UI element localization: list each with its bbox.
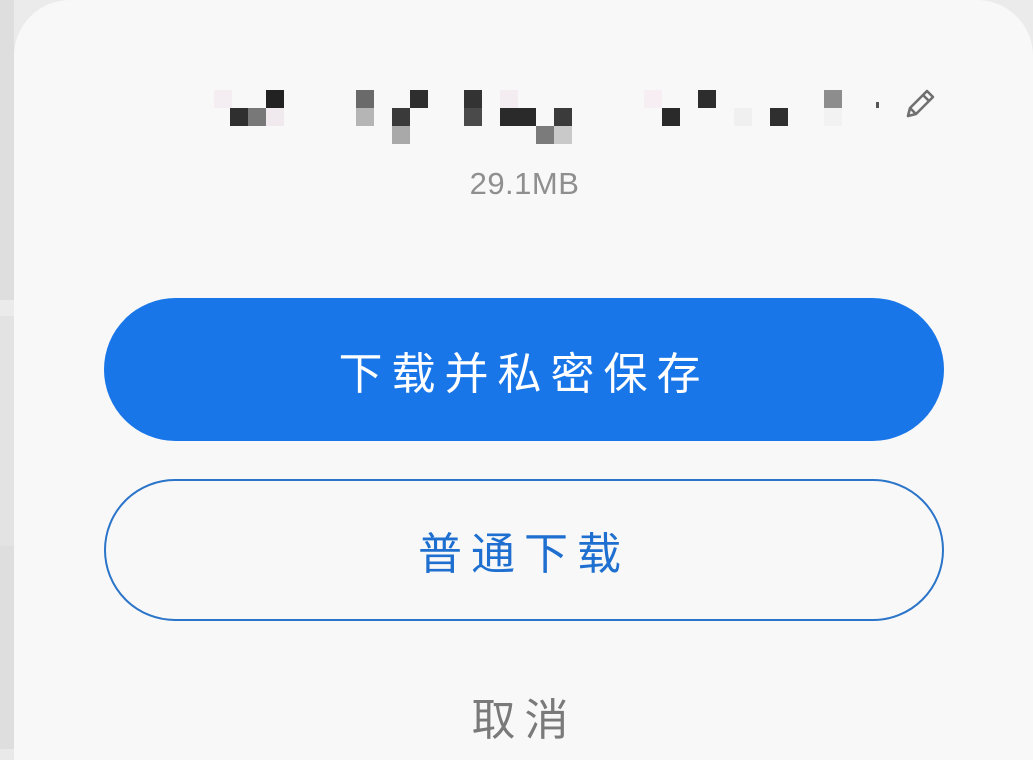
filename-pixel (392, 108, 410, 126)
filename-pixel (464, 90, 482, 108)
filename-pixel (500, 90, 518, 108)
filename-pixel (698, 90, 716, 108)
filename-pixel (500, 108, 518, 126)
filename-pixel (554, 108, 572, 126)
background-edge (0, 316, 14, 546)
filename-pixel (356, 90, 374, 108)
download-private-save-button[interactable]: 下载并私密保存 (104, 298, 944, 441)
filename-pixel (214, 90, 232, 108)
filename-pixel (734, 108, 752, 126)
filename-pixel (230, 108, 248, 126)
filename-pixelated (214, 86, 894, 146)
filename-pixel (662, 108, 680, 126)
file-size: 29.1MB (469, 166, 580, 201)
filename-pixel (824, 90, 842, 108)
download-dialog: 29.1MB 下载并私密保存 普通下载 取消 (14, 0, 1033, 760)
filename-pixel (266, 90, 284, 108)
normal-download-button[interactable]: 普通下载 (104, 479, 944, 621)
edit-filename-button[interactable] (898, 84, 942, 128)
filename-pixel (248, 108, 266, 126)
filename-pixel (266, 108, 284, 126)
filename-pixel (876, 102, 879, 108)
filename-pixel (518, 108, 536, 126)
pencil-icon (900, 84, 940, 128)
filename-pixel (392, 126, 410, 144)
cancel-label: 取消 (471, 695, 578, 746)
filename-pixel (410, 90, 428, 108)
filename-pixel (536, 126, 554, 144)
filename-pixel (644, 90, 662, 108)
normal-download-label: 普通下载 (418, 529, 630, 580)
filename-pixel (554, 126, 572, 144)
cancel-button[interactable]: 取消 (0, 684, 1033, 748)
background-edge (0, 0, 14, 300)
download-private-save-label: 下载并私密保存 (338, 348, 710, 400)
filename-pixel (770, 108, 788, 126)
filename-pixel (464, 108, 482, 126)
filename-pixel (824, 108, 842, 126)
filename-pixel (356, 108, 374, 126)
